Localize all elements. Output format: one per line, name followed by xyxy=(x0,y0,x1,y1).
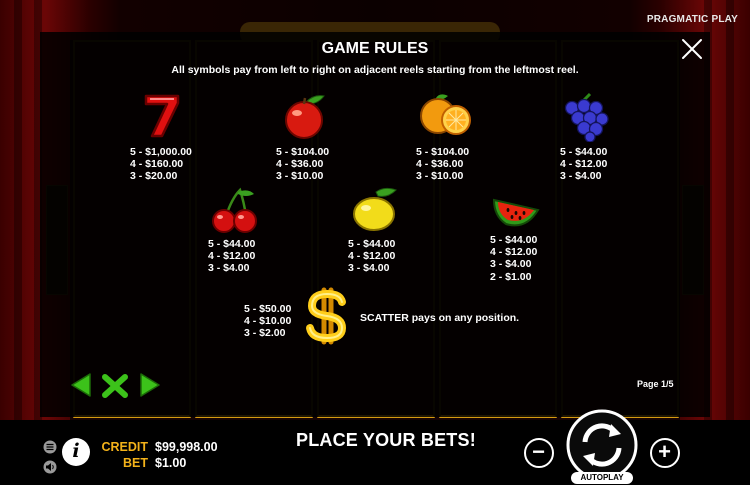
orange-symbol-icon xyxy=(418,92,474,138)
dollar-scatter-icon xyxy=(304,286,350,346)
watermelon-symbol-icon xyxy=(490,186,542,230)
info-button[interactable]: i xyxy=(62,438,90,466)
info-icon: i xyxy=(72,440,80,462)
spin-button[interactable] xyxy=(565,408,639,482)
credit-label: CREDIT xyxy=(101,440,148,454)
close-rules-x-icon[interactable] xyxy=(101,373,129,399)
prev-page-arrow-icon[interactable] xyxy=(70,372,92,398)
decrease-bet-button[interactable]: − xyxy=(524,438,554,468)
orange-paytable: 5 - $104.00 4 - $36.00 3 - $10.00 xyxy=(416,146,470,183)
minus-icon: − xyxy=(532,439,545,464)
rules-title: GAME RULES xyxy=(321,40,429,57)
sound-icon[interactable] xyxy=(43,460,57,474)
scatter-description: SCATTER pays on any position. xyxy=(360,312,520,324)
lemon-symbol-icon xyxy=(350,186,402,234)
lemon-paytable: 5 - $44.00 4 - $12.00 3 - $4.00 xyxy=(348,238,396,275)
brand-logo: PRAGMATIC PLAY xyxy=(646,14,738,25)
page-indicator: Page 1/5 xyxy=(637,379,674,389)
apple-paytable: 5 - $104.00 4 - $36.00 3 - $10.00 xyxy=(276,146,330,183)
apple-symbol-icon xyxy=(280,92,330,140)
seven-paytable: 5 - $1,000.00 4 - $160.00 3 - $20.00 xyxy=(130,146,192,183)
grapes-paytable: 5 - $44.00 4 - $12.00 3 - $4.00 xyxy=(560,146,608,183)
bet-value: $1.00 xyxy=(155,456,187,470)
plus-icon: + xyxy=(658,439,671,464)
cherries-paytable: 5 - $44.00 4 - $12.00 3 - $4.00 xyxy=(208,238,256,275)
status-message: PLACE YOUR BETS! xyxy=(296,430,476,450)
autoplay-button[interactable]: AUTOPLAY xyxy=(571,472,633,484)
increase-bet-button[interactable]: + xyxy=(650,438,680,468)
cherries-symbol-icon xyxy=(210,186,260,234)
rules-subtitle: All symbols pay from left to right on ad… xyxy=(171,64,579,76)
seven-symbol-icon xyxy=(140,90,184,140)
menu-icon[interactable] xyxy=(43,440,57,454)
watermelon-paytable: 5 - $44.00 4 - $12.00 3 - $4.00 2 - $1.0… xyxy=(490,234,538,283)
bet-label: BET xyxy=(123,456,148,470)
grapes-symbol-icon xyxy=(560,92,612,142)
credit-value: $99,998.00 xyxy=(155,440,218,454)
close-icon[interactable] xyxy=(680,37,704,61)
next-page-arrow-icon[interactable] xyxy=(139,372,161,398)
scatter-paytable: 5 - $50.00 4 - $10.00 3 - $2.00 xyxy=(244,303,292,340)
